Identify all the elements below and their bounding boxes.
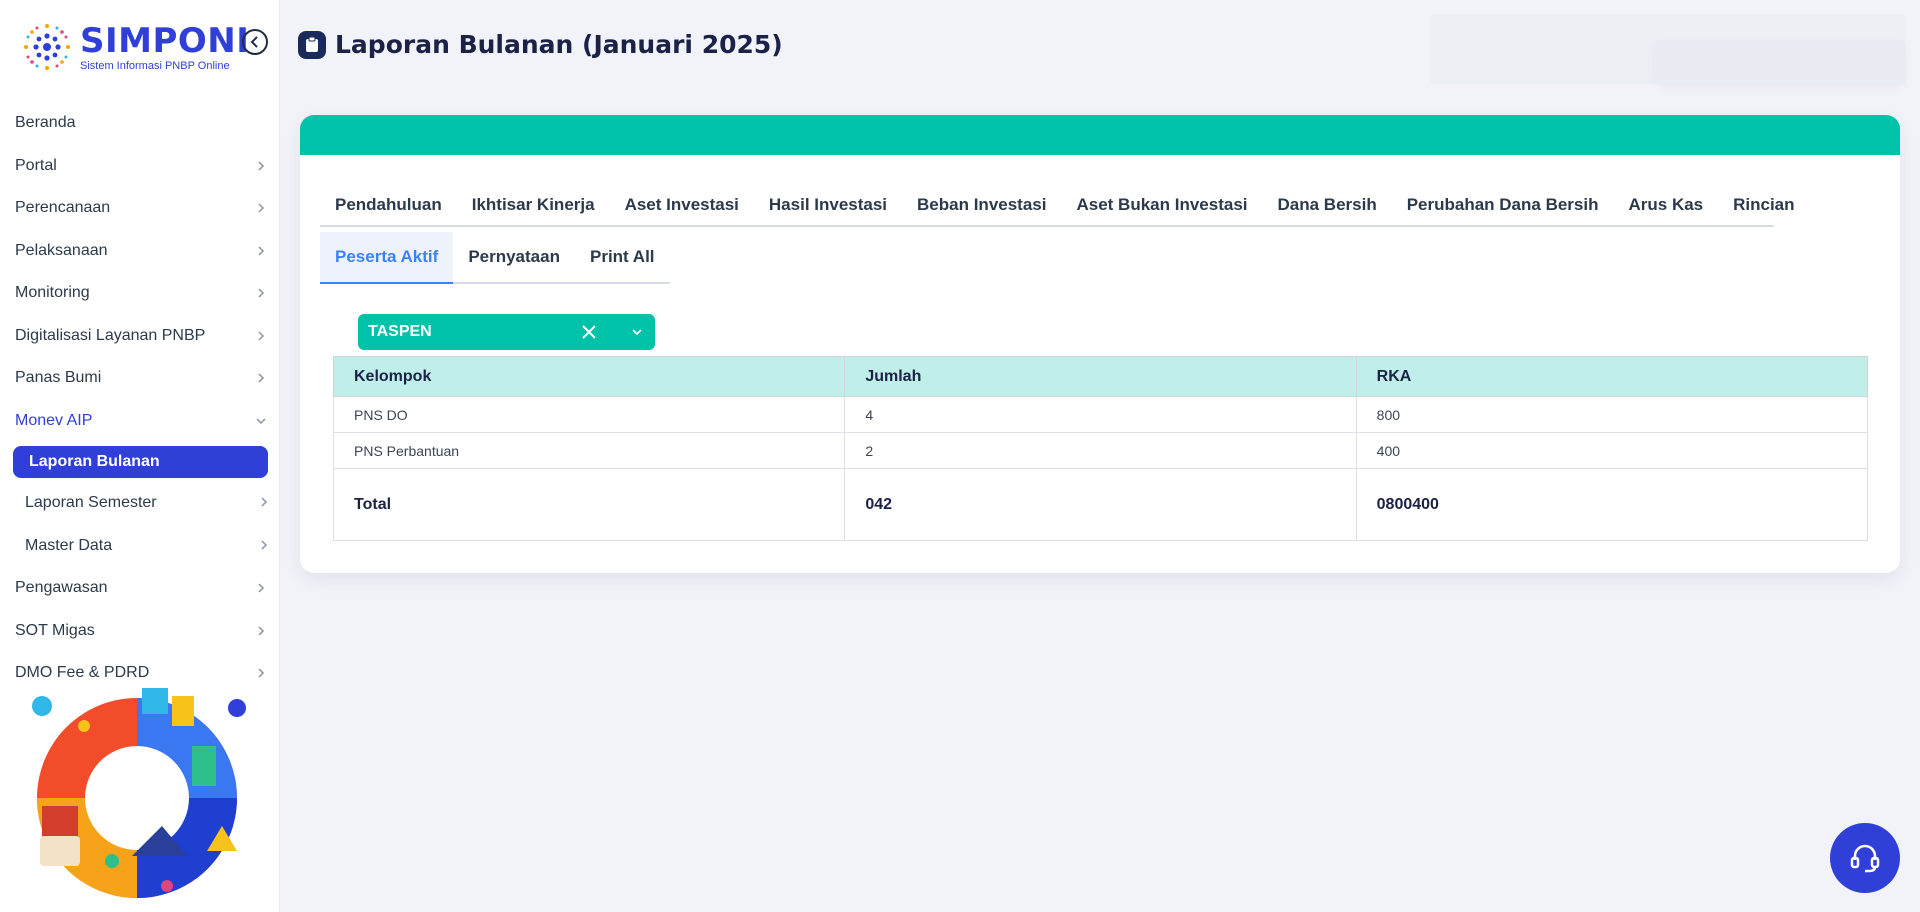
chevron-right-icon <box>254 371 268 385</box>
tab-beban-investasi[interactable]: Beban Investasi <box>902 185 1061 225</box>
help-chat-button[interactable] <box>1830 823 1900 893</box>
chevron-right-icon <box>254 201 268 215</box>
cell-rka: 400 <box>1355 432 1869 469</box>
sidebar-item-pengawasan[interactable]: Pengawasan <box>0 567 280 610</box>
chevron-down-icon[interactable] <box>629 324 645 340</box>
table-total-row: Total 042 0800400 <box>332 468 1869 541</box>
cell-kelompok: PNS DO <box>332 396 846 433</box>
chevron-right-icon <box>254 666 268 680</box>
column-header-kelompok: Kelompok <box>332 356 846 397</box>
close-icon[interactable] <box>579 322 599 342</box>
sidebar-subitem-label: Laporan Bulanan <box>29 453 160 470</box>
column-header-rka: RKA <box>1355 356 1869 397</box>
tab-aset-bukan-investasi[interactable]: Aset Bukan Investasi <box>1061 185 1262 225</box>
cell-jumlah: 4 <box>844 396 1357 433</box>
sidebar-subitem-label: Laporan Semester <box>25 494 157 512</box>
tab-hasil-investasi[interactable]: Hasil Investasi <box>754 185 902 225</box>
report-card: Pendahuluan Ikhtisar Kinerja Aset Invest… <box>300 115 1900 573</box>
sidebar-subitem-laporan-bulanan[interactable]: Laporan Bulanan <box>13 446 268 478</box>
chevron-right-icon <box>254 286 268 300</box>
chevron-right-icon <box>254 244 268 258</box>
sidebar-item-label: Monitoring <box>15 284 90 302</box>
subtab-print-all[interactable]: Print All <box>575 232 670 282</box>
sidebar-item-panas-bumi[interactable]: Panas Bumi <box>0 357 280 400</box>
tab-rincian[interactable]: Rincian <box>1718 185 1809 225</box>
sidebar-item-label: Pelaksanaan <box>15 241 108 259</box>
sidebar-item-label: Monev AIP <box>15 411 93 429</box>
sidebar-menu: Beranda Portal Perencanaan Pelaksanaan M… <box>0 102 280 695</box>
card-header-bar <box>300 115 1900 155</box>
filter-select-value: TASPEN <box>368 323 432 340</box>
sidebar-item-monev-aip[interactable]: Monev AIP <box>0 400 280 443</box>
tab-pendahuluan[interactable]: Pendahuluan <box>320 185 457 225</box>
sidebar-subitem-master-data[interactable]: Master Data <box>0 525 280 568</box>
report-tabs: Pendahuluan Ikhtisar Kinerja Aset Invest… <box>320 185 1795 227</box>
subtab-pernyataan[interactable]: Pernyataan <box>453 232 575 282</box>
sidebar-item-label: DMO Fee & PDRD <box>15 664 150 682</box>
sidebar-item-label: Perencanaan <box>15 199 111 217</box>
sidebar-item-pelaksanaan[interactable]: Pelaksanaan <box>0 230 280 273</box>
sidebar: SIMPONI Sistem Informasi PNBP Online Ber… <box>0 0 280 912</box>
tab-aset-investasi[interactable]: Aset Investasi <box>610 185 754 225</box>
column-header-jumlah: Jumlah <box>844 356 1357 397</box>
page-title: Laporan Bulanan (Januari 2025) <box>335 30 783 59</box>
filter-select[interactable]: TASPEN <box>358 314 655 350</box>
headset-icon <box>1850 844 1880 873</box>
sidebar-item-label: Portal <box>15 156 57 174</box>
sidebar-item-perencanaan[interactable]: Perencanaan <box>0 187 280 230</box>
page-header: Laporan Bulanan (Januari 2025) <box>298 30 783 59</box>
simponi-logo-icon <box>24 24 70 70</box>
sidebar-item-portal[interactable]: Portal <box>0 145 280 188</box>
chevron-right-icon <box>254 159 268 173</box>
sidebar-item-label: SOT Migas <box>15 621 95 639</box>
tab-arus-kas[interactable]: Arus Kas <box>1613 185 1718 225</box>
sidebar-illustration <box>32 688 246 898</box>
sidebar-item-beranda[interactable]: Beranda <box>0 102 280 145</box>
tab-perubahan-dana-bersih[interactable]: Perubahan Dana Bersih <box>1392 185 1614 225</box>
tab-ikhtisar-kinerja[interactable]: Ikhtisar Kinerja <box>457 185 610 225</box>
sidebar-item-sot-migas[interactable]: SOT Migas <box>0 610 280 653</box>
chevron-right-icon <box>260 537 268 555</box>
clipboard-icon <box>298 30 326 59</box>
peserta-table: Kelompok Jumlah RKA PNS DO 4 800 PNS Per… <box>332 356 1869 541</box>
header-user-dropdown[interactable] <box>1655 40 1905 84</box>
subtab-peserta-aktif[interactable]: Peserta Aktif <box>320 232 454 284</box>
sidebar-item-digitalisasi-layanan-pnbp[interactable]: Digitalisasi Layanan PNBP <box>0 315 280 358</box>
brand-logo-area[interactable]: SIMPONI Sistem Informasi PNBP Online <box>18 18 249 76</box>
chevron-right-icon <box>254 624 268 638</box>
chevron-right-icon <box>254 329 268 343</box>
total-rka: 0800400 <box>1355 468 1869 541</box>
chevron-right-icon <box>260 494 268 512</box>
chevron-down-icon <box>254 414 268 428</box>
brand-name: SIMPONI <box>80 20 250 61</box>
cell-jumlah: 2 <box>844 432 1357 469</box>
sidebar-item-label: Beranda <box>15 114 76 132</box>
total-label: Total <box>332 468 846 541</box>
table-row: PNS Perbantuan 2 400 <box>332 432 1869 469</box>
sidebar-item-label: Digitalisasi Layanan PNBP <box>15 326 206 344</box>
sidebar-collapse-button[interactable] <box>242 29 268 55</box>
cell-rka: 800 <box>1355 396 1869 433</box>
table-header-row: Kelompok Jumlah RKA <box>332 356 1869 397</box>
report-subtabs: Peserta Aktif Pernyataan Print All <box>320 232 670 284</box>
chevron-right-icon <box>254 581 268 595</box>
chevron-left-icon <box>250 36 258 48</box>
total-jumlah: 042 <box>844 468 1357 541</box>
sidebar-subitem-laporan-semester[interactable]: Laporan Semester <box>0 482 280 525</box>
sidebar-item-monitoring[interactable]: Monitoring <box>0 272 280 315</box>
sidebar-item-label: Panas Bumi <box>15 369 102 387</box>
sidebar-subitem-label: Master Data <box>25 536 113 554</box>
brand-subtitle: Sistem Informasi PNBP Online <box>80 59 230 72</box>
sidebar-item-label: Pengawasan <box>15 579 108 597</box>
table-row: PNS DO 4 800 <box>332 396 1869 433</box>
tab-dana-bersih[interactable]: Dana Bersih <box>1263 185 1392 225</box>
cell-kelompok: PNS Perbantuan <box>332 432 846 469</box>
